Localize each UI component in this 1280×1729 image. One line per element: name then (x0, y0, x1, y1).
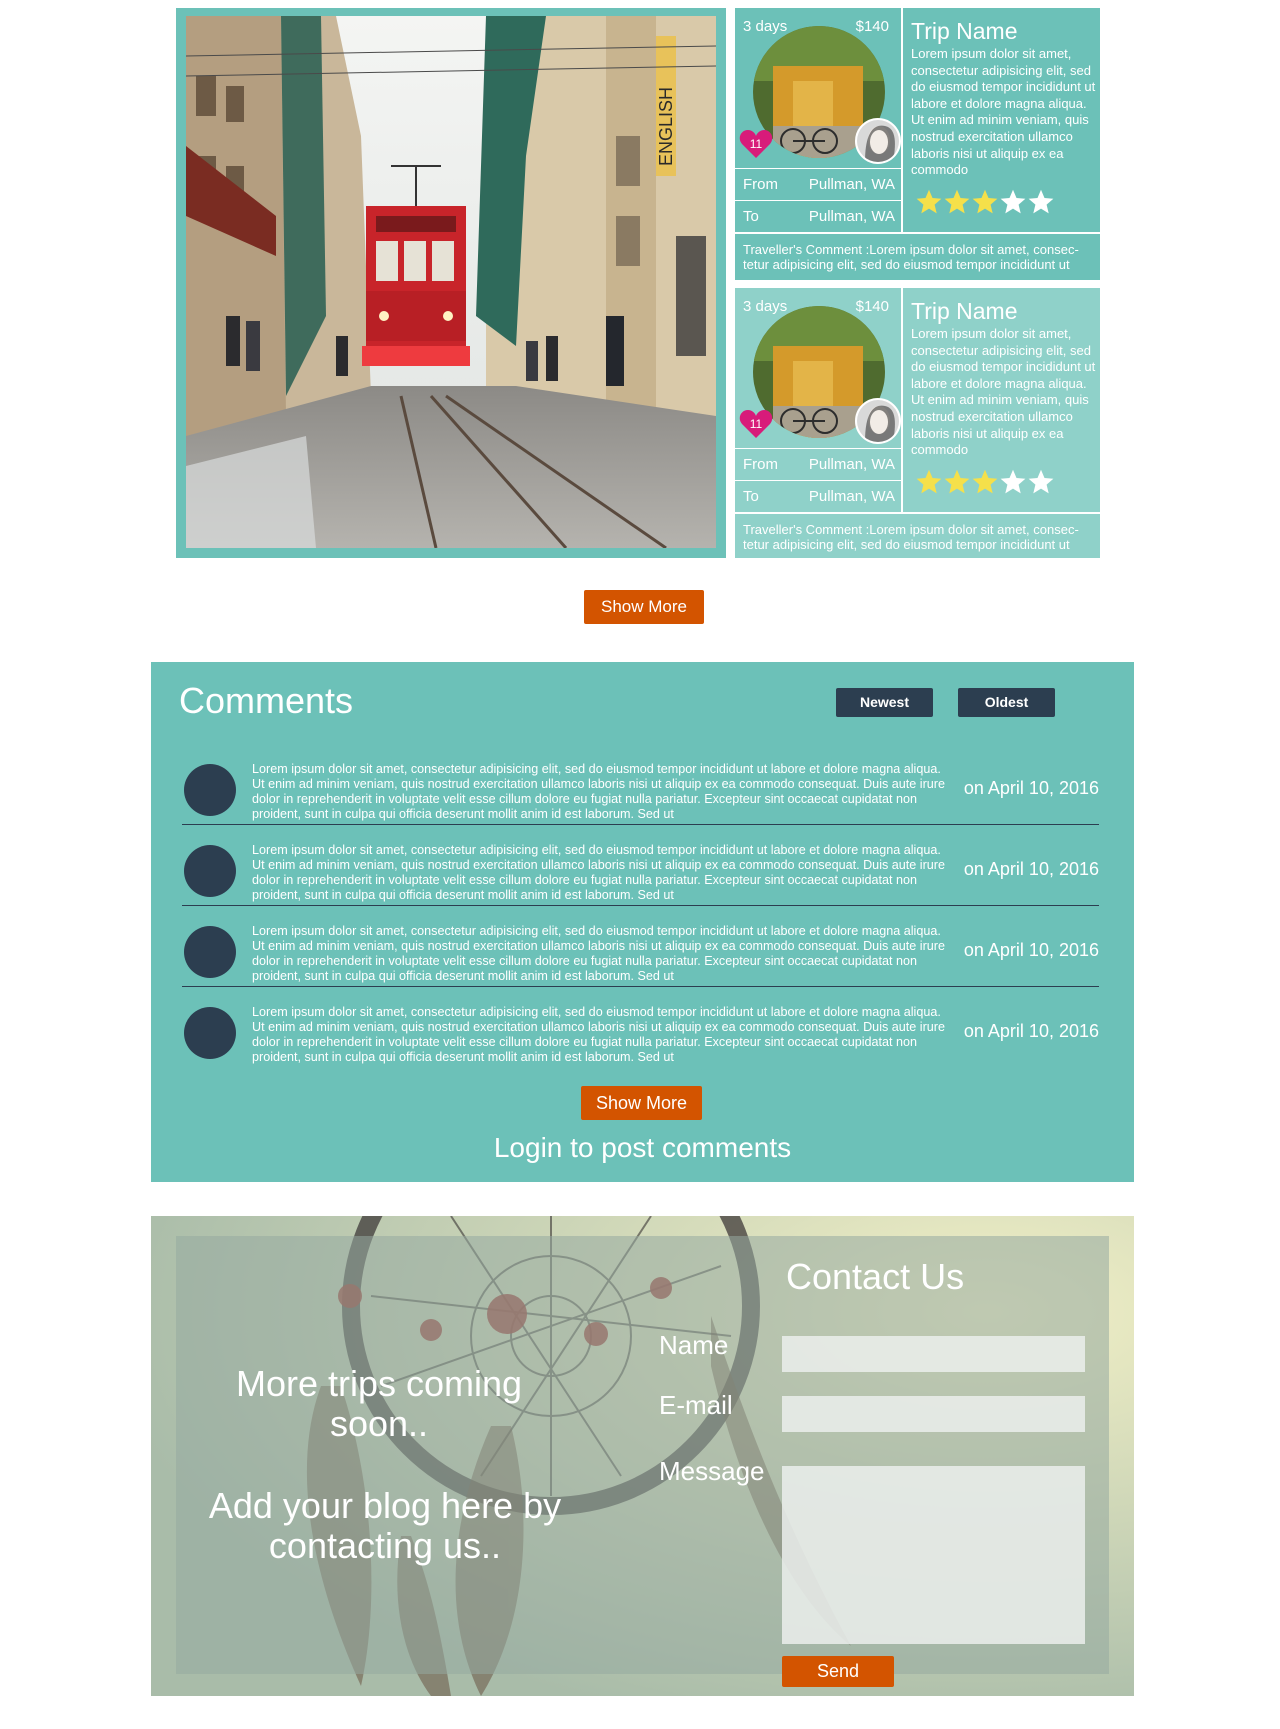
traveller-comment: Traveller's Comment :Lorem ipsum dolor s… (735, 512, 1100, 560)
star-empty-icon[interactable] (1027, 468, 1055, 496)
traveller-avatar[interactable] (855, 398, 901, 444)
send-button[interactable]: Send (782, 1656, 894, 1687)
trip-description: Lorem ipsum dolor sit amet, consectetur … (911, 326, 1096, 458)
trip-card-summary: 3 days $140 11 From Pullman, WA To Pullm… (735, 288, 903, 512)
trip-description: Lorem ipsum dolor sit amet, consectetur … (911, 46, 1096, 178)
commenter-avatar[interactable] (184, 926, 236, 978)
trip-card-summary: 3 days $140 11 From Pullman, WA To Pullm… (735, 8, 903, 232)
trip-to-row: To Pullman, WA (735, 480, 903, 512)
email-field[interactable] (782, 1396, 1085, 1432)
tram-street-image: ENGLISH (186, 16, 716, 548)
trip-from-row: From Pullman, WA (735, 168, 903, 200)
trip-to-row: To Pullman, WA (735, 200, 903, 232)
comment-text: Lorem ipsum dolor sit amet, consectetur … (252, 924, 945, 984)
like-count: 11 (750, 137, 763, 151)
email-label: E-mail (659, 1390, 733, 1420)
star-filled-icon[interactable] (915, 188, 943, 216)
comment-text: Lorem ipsum dolor sit amet, consectetur … (252, 762, 945, 822)
trip-card[interactable]: 3 days $140 11 From Pullman, WA To Pullm… (735, 8, 1100, 280)
comment-date: on April 10, 2016 (963, 940, 1099, 960)
name-field[interactable] (782, 1336, 1085, 1372)
contact-panel: More trips coming soon.. Add your blog h… (176, 1236, 1109, 1687)
star-filled-icon[interactable] (971, 188, 999, 216)
contact-section: More trips coming soon.. Add your blog h… (151, 1216, 1134, 1696)
comment-item: Lorem ipsum dolor sit amet, consectetur … (182, 987, 1099, 1068)
blog-invite-message: Add your blog here by contacting us.. (208, 1485, 562, 1566)
to-label: To (743, 488, 759, 505)
star-filled-icon[interactable] (943, 188, 971, 216)
trip-price: $140 (855, 298, 889, 315)
more-trips-message: More trips coming soon.. (235, 1363, 523, 1444)
comment-date: on April 10, 2016 (963, 1021, 1099, 1041)
trip-card[interactable]: 3 days $140 11 From Pullman, WA To Pullm… (735, 288, 1100, 558)
star-rating (915, 188, 1055, 218)
trip-duration: 3 days (743, 18, 788, 35)
name-label: Name (659, 1330, 729, 1360)
commenter-avatar[interactable] (184, 845, 236, 897)
comments-show-more-button[interactable]: Show More (581, 1086, 702, 1120)
from-value: Pullman, WA (808, 456, 895, 473)
contact-title: Contact Us (786, 1256, 965, 1297)
commenter-avatar[interactable] (184, 1007, 236, 1059)
comment-item: Lorem ipsum dolor sit amet, consectetur … (182, 744, 1099, 825)
star-filled-icon[interactable] (971, 468, 999, 496)
to-label: To (743, 208, 759, 225)
message-field[interactable] (782, 1466, 1085, 1644)
comment-text: Lorem ipsum dolor sit amet, consectetur … (252, 1005, 945, 1065)
star-filled-icon[interactable] (915, 468, 943, 496)
trip-title[interactable]: Trip Name (911, 18, 1018, 45)
trip-section: ENGLISH 3 days $140 11 From Pullman, WA … (176, 8, 1100, 558)
trip-price: $140 (855, 18, 889, 35)
sort-oldest-button[interactable]: Oldest (958, 688, 1055, 717)
to-value: Pullman, WA (808, 488, 895, 505)
login-to-comment-link[interactable]: Login to post comments (151, 1132, 1134, 1164)
to-value: Pullman, WA (808, 208, 895, 225)
like-count: 11 (750, 417, 763, 431)
comment-item: Lorem ipsum dolor sit amet, consectetur … (182, 906, 1099, 987)
comments-title: Comments (179, 680, 354, 721)
svg-text:ENGLISH: ENGLISH (656, 87, 676, 166)
trip-title[interactable]: Trip Name (911, 298, 1018, 325)
star-rating (915, 468, 1055, 498)
star-empty-icon[interactable] (999, 468, 1027, 496)
trip-duration: 3 days (743, 298, 788, 315)
comment-text: Lorem ipsum dolor sit amet, consectetur … (252, 843, 945, 903)
comments-section: Comments Newest Oldest Lorem ipsum dolor… (151, 662, 1134, 1182)
hero-tram-photo[interactable]: ENGLISH (186, 16, 716, 548)
traveller-avatar-image (857, 120, 899, 162)
comment-item: Lorem ipsum dolor sit amet, consectetur … (182, 825, 1099, 906)
from-label: From (743, 456, 778, 473)
trips-show-more-button[interactable]: Show More (584, 590, 704, 624)
commenter-avatar[interactable] (184, 764, 236, 816)
trip-card-details: Trip Name Lorem ipsum dolor sit amet, co… (911, 288, 1100, 512)
comment-date: on April 10, 2016 (963, 778, 1099, 798)
from-value: Pullman, WA (808, 176, 895, 193)
like-heart-icon[interactable]: 11 (739, 408, 773, 440)
like-heart-icon[interactable]: 11 (739, 128, 773, 160)
trip-from-row: From Pullman, WA (735, 448, 903, 480)
star-empty-icon[interactable] (1027, 188, 1055, 216)
from-label: From (743, 176, 778, 193)
traveller-comment: Traveller's Comment :Lorem ipsum dolor s… (735, 232, 1100, 280)
sort-newest-button[interactable]: Newest (836, 688, 933, 717)
comment-date: on April 10, 2016 (963, 859, 1099, 879)
star-filled-icon[interactable] (943, 468, 971, 496)
traveller-avatar-image (857, 400, 899, 442)
hero-frame: ENGLISH (176, 8, 726, 558)
star-empty-icon[interactable] (999, 188, 1027, 216)
message-label: Message (659, 1456, 765, 1486)
trip-card-details: Trip Name Lorem ipsum dolor sit amet, co… (911, 8, 1100, 232)
traveller-avatar[interactable] (855, 118, 901, 164)
